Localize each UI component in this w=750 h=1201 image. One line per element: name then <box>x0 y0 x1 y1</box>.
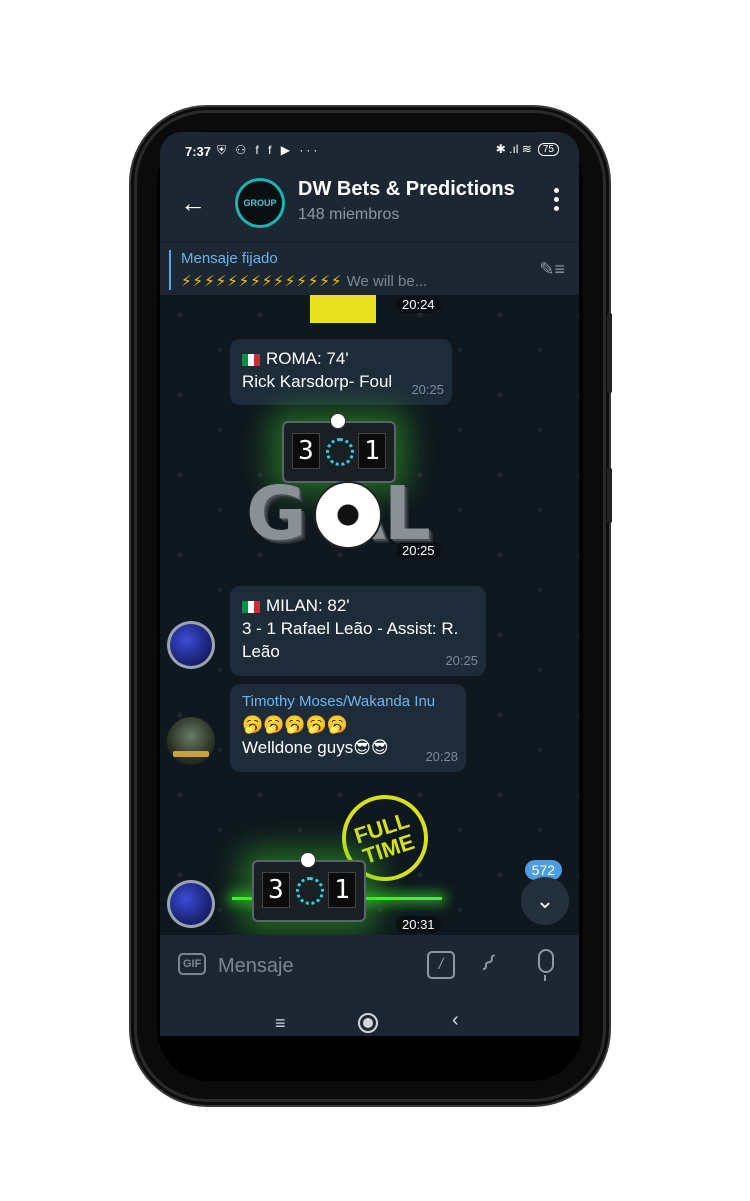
group-avatar[interactable]: GROUP <box>235 178 285 228</box>
message-time: 20:25 <box>445 653 478 668</box>
system-nav-bar: ≡ ‹ <box>160 995 579 1036</box>
message-line: ROMA: 74' <box>266 349 349 368</box>
sender-name[interactable]: Timothy Moses/Wakanda Inu <box>242 690 454 713</box>
lightning-emojis: ⚡⚡⚡⚡⚡⚡⚡⚡⚡⚡⚡⚡⚡⚡ <box>181 273 343 290</box>
scroll-down-button[interactable]: ⌄ <box>521 877 569 925</box>
soccer-ball-icon <box>330 413 346 429</box>
italy-flag-icon <box>242 600 260 613</box>
battery-icon: 75 <box>537 142 559 156</box>
power-button <box>607 468 612 523</box>
system-icons: ✱ .ıl ≋ 75 <box>496 142 559 156</box>
sticker-time: 20:25 <box>396 542 441 559</box>
sticker-fragment[interactable] <box>310 295 376 323</box>
goal-ball-icon <box>314 481 382 549</box>
screen: 7:37 ⛨ ⚇ f f ▶ ··· ✱ .ıl ≋ 75 ← GROUP DW… <box>160 132 579 1036</box>
phone-frame: 7:37 ⛨ ⚇ f f ▶ ··· ✱ .ıl ≋ 75 ← GROUP DW… <box>137 113 612 1099</box>
status-bar: 7:37 ⛨ ⚇ f f ▶ ··· ✱ .ıl ≋ 75 <box>160 132 579 168</box>
home-score: 3 <box>262 872 290 908</box>
notification-icons: ⛨ ⚇ f f ▶ ··· <box>217 143 321 157</box>
italy-flag-icon <box>242 353 260 366</box>
message-line: Leão <box>242 642 280 661</box>
back-button[interactable]: ‹ <box>452 1009 459 1032</box>
pinned-preview: ⚡⚡⚡⚡⚡⚡⚡⚡⚡⚡⚡⚡⚡⚡ We will be... <box>181 272 427 290</box>
away-score: 1 <box>328 872 356 908</box>
signal-icons: ✱ .ıl ≋ <box>495 142 532 156</box>
more-options-icon[interactable] <box>554 188 559 215</box>
recent-apps-button[interactable]: ≡ <box>275 1013 286 1034</box>
pinned-indicator <box>169 250 171 290</box>
message-bubble[interactable]: MILAN: 82' 3 - 1 Rafael Leão - Assist: R… <box>230 586 486 676</box>
scoreboard-logo-icon <box>326 438 354 466</box>
back-arrow-icon[interactable]: ← <box>180 190 206 216</box>
group-avatar-text: GROUP <box>243 198 277 208</box>
message-time: 20:28 <box>425 749 458 764</box>
soccer-ball-icon <box>300 852 316 868</box>
pinned-list-icon[interactable]: ✎≡ <box>539 259 565 280</box>
pinned-text: We will be... <box>346 273 428 290</box>
avatar[interactable] <box>167 717 215 765</box>
scoreboard-logo-icon <box>296 877 324 905</box>
home-score: 3 <box>292 433 320 469</box>
message-input[interactable]: Mensaje <box>218 955 294 978</box>
message-bubble[interactable]: ROMA: 74' Rick Karsdorp- Foul 20:25 <box>230 339 452 405</box>
volume-button <box>607 313 612 393</box>
away-score: 1 <box>358 433 386 469</box>
message-input-bar: GIF Mensaje / ⌇ <box>160 935 579 995</box>
sticker-time: 20:24 <box>396 296 441 313</box>
microphone-icon[interactable] <box>538 949 554 981</box>
message-list[interactable]: 20:24 ROMA: 74' Rick Karsdorp- Foul 20:2… <box>160 295 579 935</box>
attach-icon[interactable]: ⌇ <box>474 949 502 979</box>
avatar[interactable] <box>167 880 215 928</box>
sticker-time: 20:31 <box>396 916 441 933</box>
bot-command-icon[interactable]: / <box>427 951 455 979</box>
chat-header: ← GROUP DW Bets & Predictions 148 miembr… <box>160 168 579 242</box>
message-time: 20:25 <box>411 382 444 397</box>
home-button[interactable] <box>358 1013 378 1033</box>
member-count: 148 miembros <box>298 206 400 223</box>
message-line: Welldone guys😎😎 <box>242 738 389 757</box>
scoreboard-sticker[interactable]: 3 1 <box>252 860 366 922</box>
gif-button[interactable]: GIF <box>178 953 207 975</box>
message-line: 3 - 1 Rafael Leão - Assist: R. <box>242 619 459 638</box>
message-bubble[interactable]: Timothy Moses/Wakanda Inu 🥱🥱🥱🥱🥱 Welldone… <box>230 684 466 772</box>
message-line: Rick Karsdorp- Foul <box>242 372 393 391</box>
chat-title[interactable]: DW Bets & Predictions <box>298 178 515 201</box>
pinned-message-bar[interactable]: Mensaje fijado ⚡⚡⚡⚡⚡⚡⚡⚡⚡⚡⚡⚡⚡⚡ We will be… <box>160 242 579 296</box>
pinned-label: Mensaje fijado <box>181 250 278 267</box>
avatar[interactable] <box>167 621 215 669</box>
chevron-down-icon: ⌄ <box>535 888 555 913</box>
status-time: 7:37 <box>185 144 212 159</box>
message-line: 🥱🥱🥱🥱🥱 <box>242 715 348 734</box>
message-line: MILAN: 82' <box>266 596 350 615</box>
